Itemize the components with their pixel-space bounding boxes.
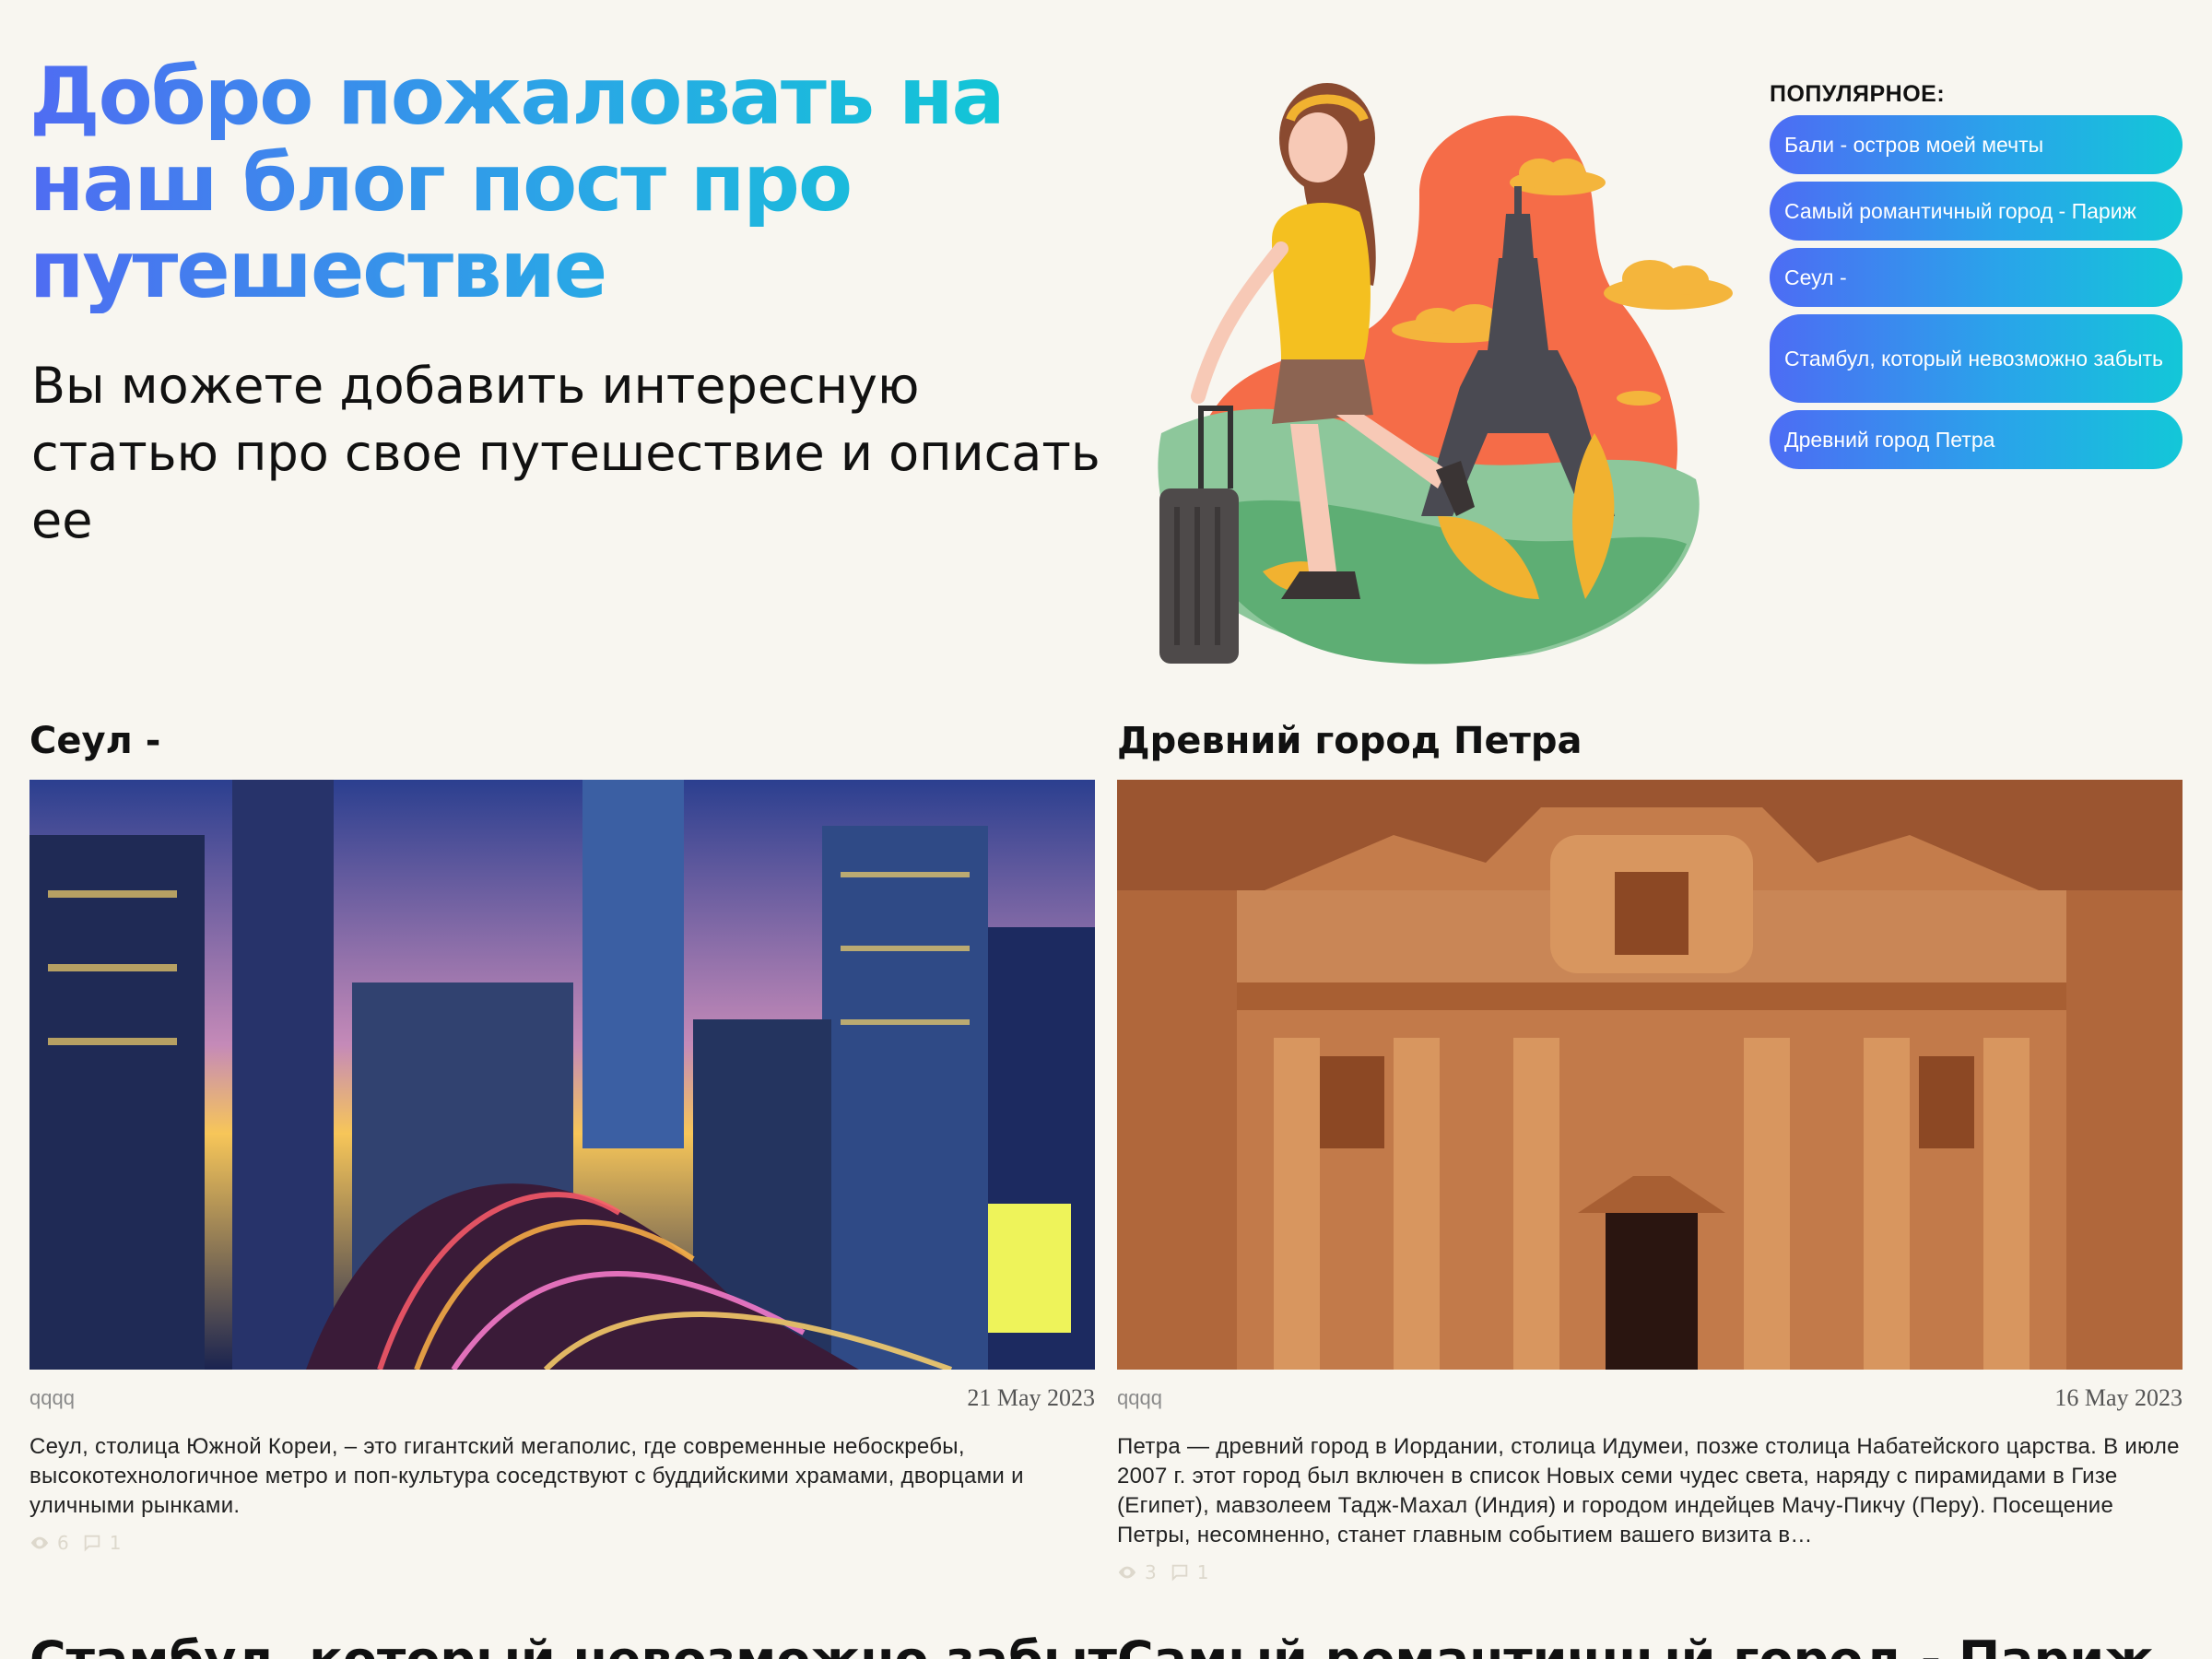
views-stat: 6 bbox=[29, 1532, 69, 1554]
popular-heading: ПОПУЛЯРНОЕ: bbox=[1770, 81, 1946, 107]
comment-icon bbox=[1171, 1564, 1187, 1582]
post-author[interactable]: qqqq bbox=[1117, 1386, 1162, 1410]
eye-icon bbox=[30, 1536, 49, 1549]
post-image-petra-treasury[interactable] bbox=[1117, 780, 2183, 1370]
popular-link-paris[interactable]: Самый романтичный город - Париж bbox=[1770, 182, 2183, 241]
post-title-istanbul[interactable]: Стамбул, который невозможно забыть bbox=[29, 1628, 1148, 1659]
post-card-petra: Древний город Петра qqqq 16 May 2023 Пет… bbox=[1117, 710, 2183, 1583]
post-stats: 3 1 bbox=[1117, 1561, 2183, 1583]
comments-stat[interactable]: 1 bbox=[1170, 1561, 1209, 1583]
post-title[interactable]: Сеул - bbox=[29, 710, 1095, 772]
post-excerpt: Сеул, столица Южной Кореи, – это гигантс… bbox=[29, 1434, 1024, 1518]
page-subtitle: Вы можете добавить интересную статью про… bbox=[31, 357, 1100, 549]
comment-icon bbox=[84, 1535, 100, 1552]
eye-icon bbox=[1118, 1566, 1136, 1579]
travel-illustration bbox=[1143, 83, 1751, 691]
page-title: Добро пожаловать на наш блог пост про пу… bbox=[29, 53, 1006, 313]
popular-link-bali[interactable]: Бали - остров моей мечты bbox=[1770, 115, 2183, 174]
post-title[interactable]: Древний город Петра bbox=[1117, 710, 2183, 772]
comments-count: 1 bbox=[109, 1532, 122, 1554]
post-excerpt: Петра — древний город в Иордании, столиц… bbox=[1117, 1434, 2180, 1547]
popular-link-istanbul[interactable]: Стамбул, который невозможно забыть bbox=[1770, 314, 2183, 403]
popular-sidebar: ПОПУЛЯРНОЕ: Бали - остров моей мечты Сам… bbox=[1770, 81, 2184, 477]
post-date: 16 May 2023 bbox=[2054, 1384, 2183, 1411]
popular-link-petra[interactable]: Древний город Петра bbox=[1770, 410, 2183, 469]
views-count: 3 bbox=[1145, 1561, 1157, 1583]
post-meta: qqqq 21 May 2023 bbox=[29, 1384, 1095, 1412]
views-count: 6 bbox=[57, 1532, 69, 1554]
post-date: 21 May 2023 bbox=[967, 1384, 1095, 1411]
comments-stat[interactable]: 1 bbox=[82, 1532, 122, 1554]
comments-count: 1 bbox=[1196, 1561, 1209, 1583]
post-card-seoul: Сеул - qqqq 21 May 2023 Сеул, столица Юж… bbox=[29, 710, 1095, 1554]
post-image-seoul-cityscape[interactable] bbox=[29, 780, 1095, 1370]
popular-link-seoul[interactable]: Сеул - bbox=[1770, 248, 2183, 307]
views-stat: 3 bbox=[1117, 1561, 1157, 1583]
post-author[interactable]: qqqq bbox=[29, 1386, 75, 1410]
post-stats: 6 1 bbox=[29, 1532, 1095, 1554]
post-meta: qqqq 16 May 2023 bbox=[1117, 1384, 2183, 1412]
post-title-paris[interactable]: Самый романтичный город - Париж bbox=[1117, 1628, 2154, 1659]
